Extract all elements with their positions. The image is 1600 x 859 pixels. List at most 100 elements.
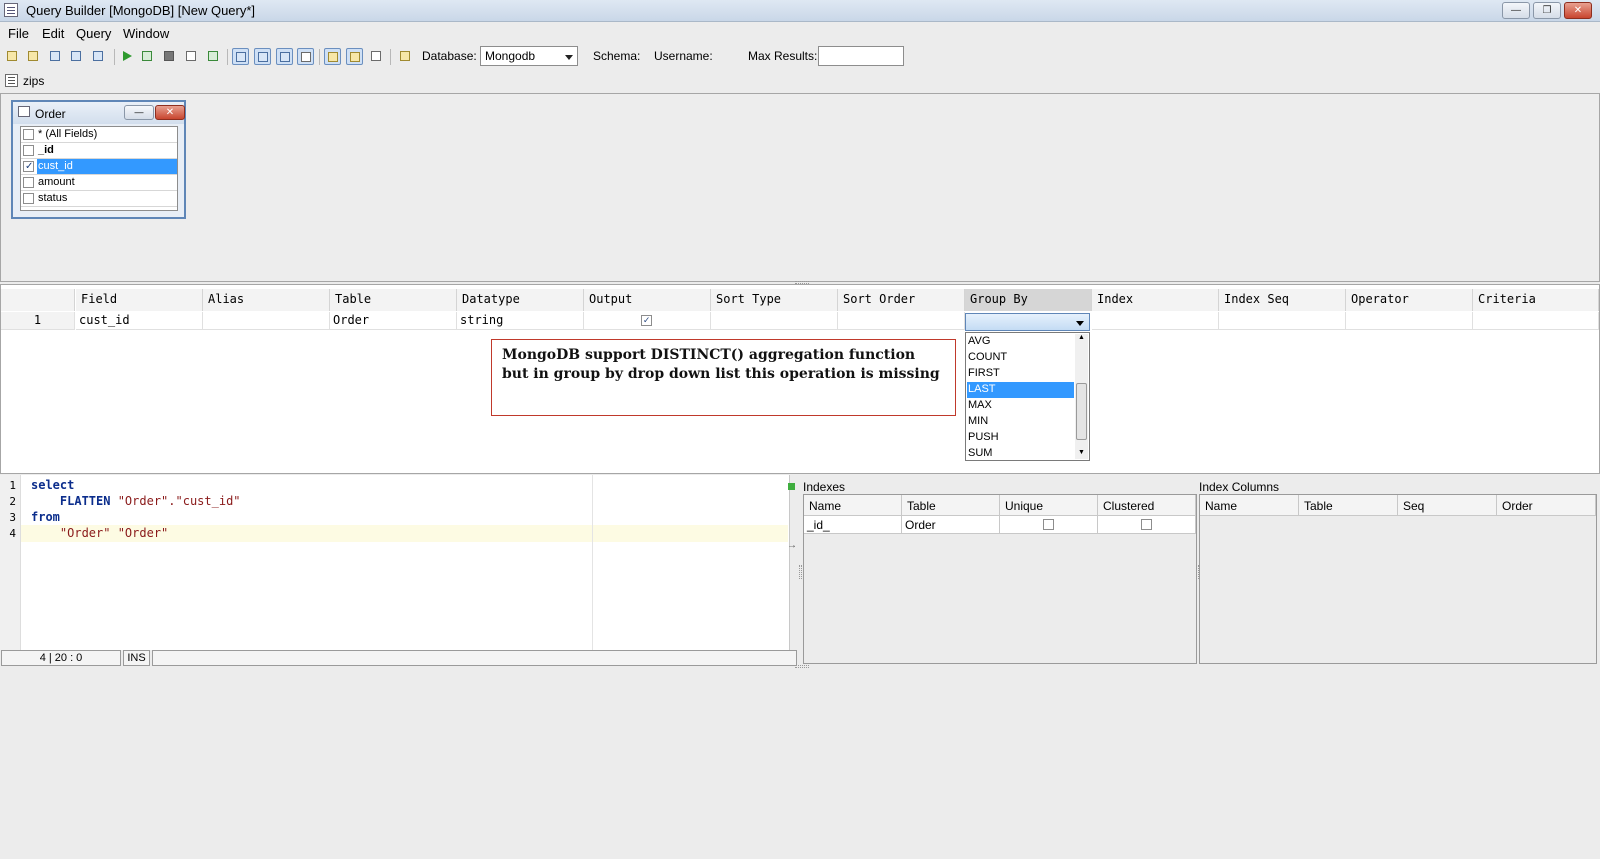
save-all-icon[interactable] <box>90 48 107 65</box>
grid-header-sort-order[interactable]: Sort Order <box>838 289 965 311</box>
tab-zips[interactable]: zips <box>23 74 44 88</box>
diagram-pane[interactable] <box>0 93 1600 282</box>
close-button[interactable]: ✕ <box>1564 2 1592 19</box>
grid-cell-sort-type[interactable] <box>711 312 838 330</box>
pane-splitter[interactable] <box>799 565 802 579</box>
field-checkbox[interactable] <box>23 145 34 156</box>
sql-code-line[interactable]: from <box>31 510 60 524</box>
new-query-icon[interactable] <box>4 48 21 65</box>
grid-view-icon[interactable] <box>254 48 271 65</box>
database-select[interactable]: Mongodb <box>480 46 578 66</box>
output-checkbox[interactable]: ✓ <box>641 315 652 326</box>
indexes-header-name[interactable]: Name <box>804 495 902 516</box>
index-columns-header-order[interactable]: Order <box>1497 495 1596 516</box>
field-row[interactable]: amount <box>21 175 177 191</box>
group-by-option-sum[interactable]: SUM <box>967 446 1074 462</box>
field-checkbox[interactable] <box>23 129 34 140</box>
results-view-icon[interactable] <box>297 48 314 65</box>
save-as-icon[interactable] <box>68 48 85 65</box>
indexes-icon[interactable] <box>346 48 363 65</box>
grid-header-operator[interactable]: Operator <box>1346 289 1473 311</box>
grid-cell-field[interactable]: cust_id <box>76 312 203 330</box>
index-columns-header-table[interactable]: Table <box>1299 495 1398 516</box>
menu-file[interactable]: File <box>8 26 29 41</box>
table-window-order[interactable]: Order — ✕ * (All Fields) _id cust_id amo… <box>11 100 186 219</box>
grid-header-group-by[interactable]: Group By <box>965 289 1092 311</box>
grid-cell-table[interactable]: Order <box>330 312 457 330</box>
group-by-option-max[interactable]: MAX <box>967 398 1074 414</box>
grid-cell-datatype[interactable]: string <box>457 312 584 330</box>
field-row[interactable]: _id <box>21 143 177 159</box>
field-row[interactable]: cust_id <box>21 159 177 175</box>
scrollbar-thumb[interactable] <box>1076 383 1087 440</box>
field-checkbox[interactable] <box>23 193 34 204</box>
grid-header-index[interactable]: Index <box>1092 289 1219 311</box>
table-window-header[interactable]: Order — ✕ <box>13 102 185 124</box>
grid-header-alias[interactable]: Alias <box>203 289 330 311</box>
group-by-scrollbar[interactable]: ▲ ▼ <box>1075 334 1088 459</box>
scroll-down-icon[interactable]: ▼ <box>1078 449 1085 456</box>
clustered-checkbox[interactable] <box>1141 519 1152 530</box>
table-close-button[interactable]: ✕ <box>155 105 185 120</box>
grid-header-field[interactable]: Field <box>76 289 203 311</box>
save-icon[interactable] <box>47 48 64 65</box>
restore-button[interactable]: ❐ <box>1533 2 1561 19</box>
options-icon[interactable] <box>368 48 385 65</box>
index-cell-unique[interactable] <box>1000 516 1098 534</box>
grid-cell-index[interactable] <box>1092 312 1219 330</box>
grid-cell-alias[interactable] <box>203 312 330 330</box>
field-checkbox[interactable] <box>23 177 34 188</box>
menu-query[interactable]: Query <box>76 26 111 41</box>
run-icon[interactable] <box>118 48 135 65</box>
splitter-arrow-icon[interactable]: → <box>787 540 797 551</box>
table-minimize-button[interactable]: — <box>124 105 154 120</box>
grid-cell-operator[interactable] <box>1346 312 1473 330</box>
index-cell-table[interactable]: Order <box>902 516 1000 534</box>
group-by-select[interactable] <box>965 313 1090 331</box>
run-to-grid-icon[interactable] <box>139 48 156 65</box>
index-columns-header-name[interactable]: Name <box>1200 495 1299 516</box>
index-cell-name[interactable]: _id_ <box>804 516 902 534</box>
explain-icon[interactable] <box>183 48 200 65</box>
group-by-option-first[interactable]: FIRST <box>967 366 1074 382</box>
export-icon[interactable] <box>205 48 222 65</box>
field-row[interactable]: status <box>21 191 177 207</box>
grid-cell-output[interactable]: ✓ <box>584 312 711 330</box>
grid-header-criteria[interactable]: Criteria <box>1473 289 1599 311</box>
grid-header-sort-type[interactable]: Sort Type <box>711 289 838 311</box>
open-icon[interactable] <box>25 48 42 65</box>
pane-splitter[interactable] <box>795 665 809 668</box>
menu-window[interactable]: Window <box>123 26 169 41</box>
group-by-option-min[interactable]: MIN <box>967 414 1074 430</box>
diagram-view-icon[interactable] <box>232 48 249 65</box>
menu-edit[interactable]: Edit <box>42 26 64 41</box>
database-icon[interactable] <box>397 48 414 65</box>
group-by-option-last[interactable]: LAST <box>967 382 1074 398</box>
grid-header-index-seq[interactable]: Index Seq <box>1219 289 1346 311</box>
index-cell-clustered[interactable] <box>1098 516 1196 534</box>
index-columns-header-seq[interactable]: Seq <box>1398 495 1497 516</box>
grid-header-output[interactable]: Output <box>584 289 711 311</box>
indexes-header-table[interactable]: Table <box>902 495 1000 516</box>
grid-header-table[interactable]: Table <box>330 289 457 311</box>
group-by-option-count[interactable]: COUNT <box>967 350 1074 366</box>
grid-cell-criteria[interactable] <box>1473 312 1599 330</box>
minimize-button[interactable]: — <box>1502 2 1530 19</box>
field-row[interactable]: * (All Fields) <box>21 127 177 143</box>
group-by-option-push[interactable]: PUSH <box>967 430 1074 446</box>
scroll-up-icon[interactable]: ▲ <box>1078 334 1085 341</box>
stop-icon[interactable] <box>161 48 178 65</box>
sql-code-line[interactable]: "Order" "Order" <box>31 526 168 540</box>
unique-checkbox[interactable] <box>1043 519 1054 530</box>
format-icon[interactable] <box>324 48 341 65</box>
indexes-header-unique[interactable]: Unique <box>1000 495 1098 516</box>
grid-header-datatype[interactable]: Datatype <box>457 289 584 311</box>
grid-cell-index-seq[interactable] <box>1219 312 1346 330</box>
sql-code-line[interactable]: select <box>31 478 74 492</box>
max-results-input[interactable] <box>818 46 904 66</box>
sql-view-icon[interactable] <box>276 48 293 65</box>
field-checkbox[interactable] <box>23 159 34 174</box>
grid-cell-sort-order[interactable] <box>838 312 965 330</box>
sql-code-line[interactable]: FLATTEN "Order"."cust_id" <box>31 494 241 508</box>
indexes-header-clustered[interactable]: Clustered <box>1098 495 1196 516</box>
